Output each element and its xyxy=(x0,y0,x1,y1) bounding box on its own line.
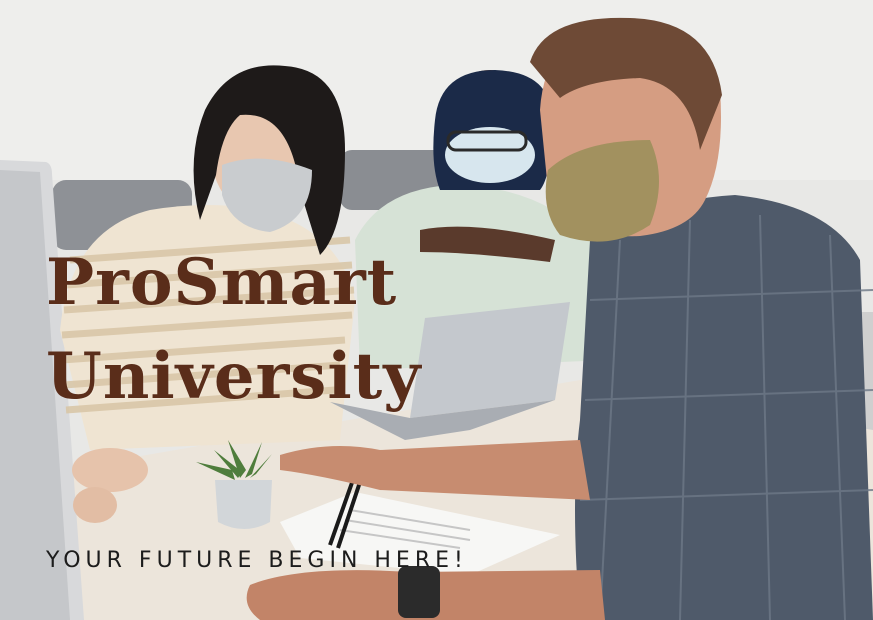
title-line-prosmart: ProSmart xyxy=(46,245,398,320)
page-title: ProSmart University xyxy=(46,236,421,424)
tagline: YOUR FUTURE BEGIN HERE! xyxy=(46,548,468,573)
title-line-university: University xyxy=(46,339,422,414)
